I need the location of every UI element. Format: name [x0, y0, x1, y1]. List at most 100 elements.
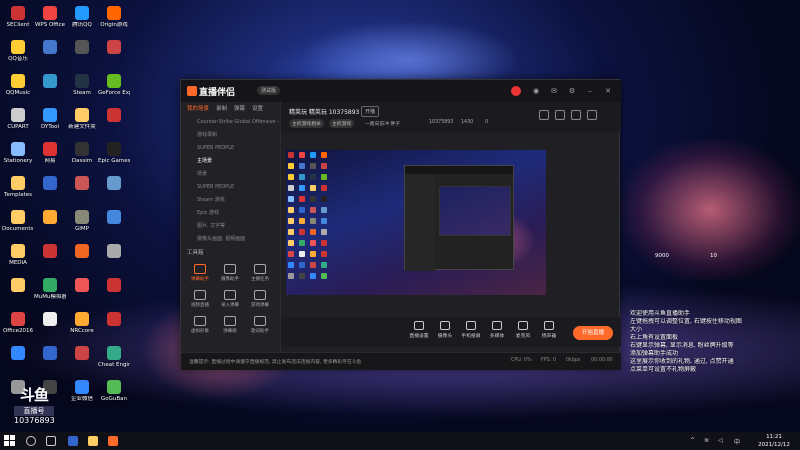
scene-item[interactable]: 图片, 文字等 — [181, 220, 280, 233]
desktop-icon[interactable] — [34, 244, 66, 278]
app-version-badge[interactable]: 测试版 — [257, 86, 281, 95]
tool-button[interactable]: 主播任务 — [245, 262, 275, 288]
desktop-icon[interactable] — [66, 346, 98, 380]
windows-start-icon[interactable] — [4, 435, 16, 447]
stream-preview[interactable] — [286, 150, 546, 295]
desktop-icon[interactable]: Templates — [2, 176, 34, 210]
settings-icon[interactable]: ⚙ — [567, 86, 577, 96]
record-icon[interactable] — [511, 86, 521, 96]
tool-button[interactable]: 摄像助手 — [215, 262, 245, 288]
task-view-icon[interactable] — [46, 436, 56, 446]
scene-item[interactable]: SUPER PEOPLE — [181, 181, 280, 194]
notification-icon[interactable] — [571, 110, 581, 120]
desktop-icon[interactable]: QQ音乐 — [2, 40, 34, 74]
douyu-app-icon[interactable] — [108, 436, 118, 446]
message-icon[interactable]: ✉ — [549, 86, 559, 96]
desktop-icon[interactable]: CUPART — [2, 108, 34, 142]
scene-item[interactable]: SUPER PEOPLE — [181, 142, 280, 155]
desktop-icon[interactable] — [98, 108, 130, 142]
scene-item[interactable]: 主场景 — [181, 155, 280, 168]
desktop-icon[interactable]: Stationery — [2, 142, 34, 176]
scene-item[interactable]: Steam 游戏 — [181, 194, 280, 207]
file-explorer-icon[interactable] — [88, 436, 98, 446]
desktop-icon[interactable] — [98, 176, 130, 210]
desktop-icon[interactable] — [66, 244, 98, 278]
sidebar-tab[interactable]: 我的场景 — [187, 102, 209, 116]
desktop-icon[interactable]: Documents Themes 14 — [2, 210, 34, 244]
desktop-icon[interactable] — [34, 312, 66, 346]
tool-button[interactable]: 弹幕助手 — [185, 262, 215, 288]
desktop-icon[interactable] — [66, 278, 98, 312]
search-icon[interactable] — [26, 436, 36, 446]
desktop-icon[interactable]: GeForce Experience — [98, 74, 130, 108]
desktop-icon[interactable] — [98, 210, 130, 244]
desktop-icon[interactable]: Dassim — [66, 142, 98, 176]
desktop-icon[interactable]: MEDIA — [2, 244, 34, 278]
gift-icon[interactable] — [539, 110, 549, 120]
desktop-icon[interactable] — [98, 278, 130, 312]
tool-button[interactable]: 虚拟形象 — [185, 314, 215, 340]
desktop-icon[interactable]: DYTool — [34, 108, 66, 142]
desktop-icon[interactable]: MuMu模拟器 — [34, 278, 66, 312]
desktop-icon[interactable]: Origin游戏 — [98, 6, 130, 40]
desktop-icon[interactable] — [34, 40, 66, 74]
desktop-icon[interactable]: Steam — [66, 74, 98, 108]
desktop-icon[interactable] — [34, 210, 66, 244]
desktop-icon[interactable]: WPS Office — [34, 6, 66, 40]
desktop-icon[interactable]: 网易 — [34, 142, 66, 176]
desktop-icon[interactable] — [98, 244, 130, 278]
desktop-icon[interactable]: 腾讯QQ — [66, 6, 98, 40]
tray-arrow-icon[interactable]: ^ — [690, 437, 695, 444]
share-icon[interactable] — [555, 110, 565, 120]
preview-desktop-icon — [321, 163, 327, 169]
category-tag[interactable]: 主机游戏 — [329, 119, 355, 128]
desktop-icon[interactable] — [34, 176, 66, 210]
desktop-icon[interactable]: SEClient — [2, 6, 34, 40]
control-icon — [544, 321, 554, 330]
tool-button[interactable]: 游戏弹幕 — [245, 288, 275, 314]
desktop-icon[interactable] — [66, 40, 98, 74]
desktop-icon[interactable]: QQMusic — [2, 74, 34, 108]
desktop-icon[interactable]: Epic Games — [98, 142, 130, 176]
desktop-icon[interactable]: GIMP — [66, 210, 98, 244]
desktop-icon[interactable]: NRCcore — [66, 312, 98, 346]
taskbar-clock[interactable]: 11:21 2021/12/12 — [756, 433, 792, 449]
scene-item[interactable]: 场景 — [181, 168, 280, 181]
sidebar-tab[interactable]: 弹幕 — [234, 102, 245, 116]
desktop-icon[interactable]: 企业微信 — [66, 380, 98, 414]
desktop-icon[interactable] — [34, 346, 66, 380]
sidebar-tab[interactable]: 录制 — [216, 102, 227, 116]
scene-item[interactable]: Counter-Strike Global Offensive - Direct… — [181, 116, 280, 129]
category-tag[interactable]: 主机游戏相关 — [289, 119, 324, 128]
desktop-icon[interactable]: GoGuBan — [98, 380, 130, 414]
tool-button[interactable]: 录入弹幕 — [215, 288, 245, 314]
close-icon[interactable]: ✕ — [603, 86, 613, 96]
start-stream-button[interactable]: 开始直播 — [573, 326, 613, 340]
tool-button[interactable]: 歌词助手 — [245, 314, 275, 340]
sidebar-tab[interactable]: 设置 — [252, 102, 263, 116]
app-icon — [75, 380, 89, 394]
desktop-icon[interactable]: 新建文件夹 — [66, 108, 98, 142]
desktop-icon[interactable]: Cheat Engine 7.2 — [98, 346, 130, 380]
minimize-icon[interactable]: – — [585, 86, 595, 96]
volume-icon[interactable]: ◁ — [718, 437, 723, 444]
input-language[interactable]: 中 — [734, 437, 740, 446]
desktop-icon[interactable]: Office2016 — [2, 312, 34, 346]
scene-item[interactable]: 摄像头画面, 视频画面 — [181, 233, 280, 246]
desktop-icon[interactable] — [2, 346, 34, 380]
scene-item[interactable]: Epic 游戏 — [181, 207, 280, 220]
desktop-icon[interactable] — [98, 40, 130, 74]
tool-button[interactable]: 视频直播 — [185, 288, 215, 314]
desktop-icon[interactable] — [98, 312, 130, 346]
scene-item[interactable]: 游戏录制 — [181, 129, 280, 142]
edge-icon[interactable] — [68, 436, 78, 446]
desktop-icon[interactable] — [66, 176, 98, 210]
network-icon[interactable]: ≋ — [704, 437, 709, 444]
stream-control-button[interactable]: 扬声器 — [534, 321, 564, 339]
more-icon[interactable] — [587, 110, 597, 120]
desktop-icon[interactable] — [34, 74, 66, 108]
live-badge[interactable]: 开播 — [361, 106, 380, 117]
tool-button[interactable]: 弹幕姬 — [215, 314, 245, 340]
avatar-icon[interactable]: ◉ — [531, 86, 541, 96]
desktop-icon[interactable] — [2, 278, 34, 312]
